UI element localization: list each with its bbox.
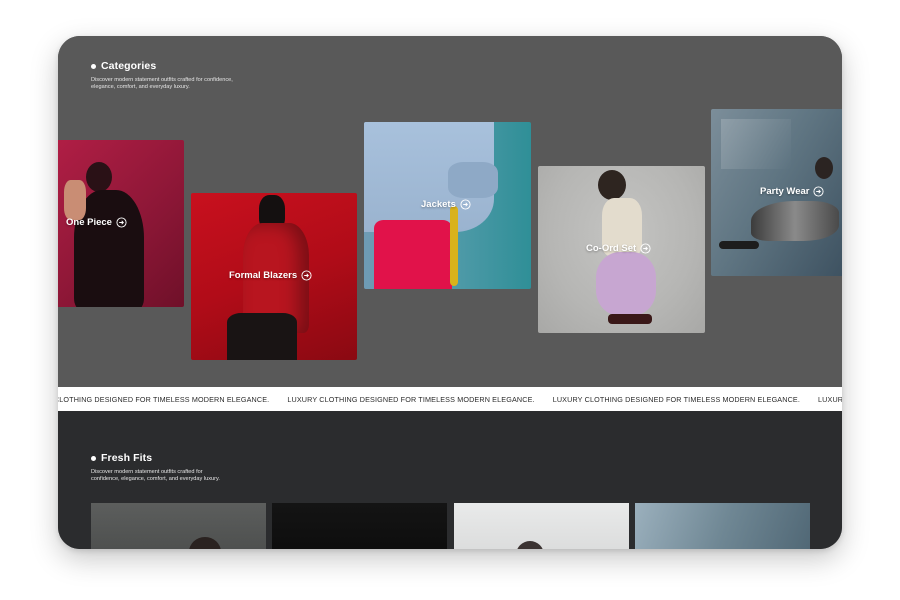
marquee-item: LUXURY CLOTHING DESIGNED FOR TIMELESS MO… bbox=[287, 394, 535, 404]
marquee-item: LUXURY CLOTHING DESIGNED FOR TIMELESS MO… bbox=[552, 394, 801, 404]
bullet-dot-icon bbox=[91, 63, 96, 69]
marquee-track: LUXURY CLOTHING DESIGNED FOR TIMELESS MO… bbox=[58, 387, 842, 411]
categories-section: Categories Discover modern statement out… bbox=[58, 36, 842, 387]
marquee-banner: LUXURY CLOTHING DESIGNED FOR TIMELESS MO… bbox=[58, 387, 842, 411]
one-piece-label-group[interactable]: One Piece bbox=[66, 217, 127, 228]
fresh-fits-description: Discover modern statement outfits crafte… bbox=[91, 469, 220, 483]
category-card-co-ord-set[interactable]: Co-Ord Set bbox=[538, 166, 705, 333]
fresh-fit-card[interactable] bbox=[272, 503, 447, 549]
categories-title: Categories bbox=[101, 60, 157, 72]
arrow-right-circle-icon bbox=[460, 199, 471, 210]
party-wear-label: Party Wear bbox=[760, 186, 810, 197]
categories-description-line: elegance, comfort, and everyday luxury. bbox=[91, 84, 190, 90]
fresh-fit-card[interactable] bbox=[635, 503, 810, 549]
arrow-right-circle-icon bbox=[813, 186, 825, 197]
one-piece-label: One Piece bbox=[66, 217, 112, 228]
categories-description-line: Discover modern statement outfits crafte… bbox=[91, 77, 233, 83]
fresh-fit-card[interactable] bbox=[454, 503, 629, 549]
categories-description: Discover modern statement outfits crafte… bbox=[91, 77, 233, 91]
co-ord-set-label: Co-Ord Set bbox=[586, 243, 637, 254]
arrow-right-circle-icon bbox=[301, 270, 312, 281]
marquee-item: LUXURY CLOTHING DESIGNED FOR TIMELESS MO… bbox=[58, 394, 270, 404]
party-wear-label-group[interactable]: Party Wear bbox=[760, 186, 825, 197]
category-card-party-wear[interactable]: Party Wear bbox=[711, 109, 842, 276]
fresh-fits-description-line: Discover modern statement outfits crafte… bbox=[91, 469, 203, 475]
fresh-fits-description-line: confidence, elegance, comfort, and every… bbox=[91, 476, 220, 482]
bullet-dot-icon bbox=[91, 455, 96, 461]
co-ord-set-label-group[interactable]: Co-Ord Set bbox=[586, 243, 651, 254]
marquee-item: LUXURY CLOTHING DESIGNED FOR TIMELESS MO… bbox=[818, 394, 842, 404]
jackets-label-group[interactable]: Jackets bbox=[421, 199, 471, 210]
formal-blazers-label: Formal Blazers bbox=[229, 270, 298, 281]
category-card-formal-blazers[interactable]: Formal Blazers bbox=[191, 193, 357, 360]
category-card-one-piece[interactable]: One Piece bbox=[58, 140, 184, 307]
category-card-jackets[interactable]: Jackets bbox=[364, 122, 531, 289]
browser-frame: Categories Discover modern statement out… bbox=[58, 36, 842, 549]
arrow-right-circle-icon bbox=[116, 217, 127, 228]
fresh-fits-title: Fresh Fits bbox=[101, 452, 153, 464]
fresh-fits-section: Fresh Fits Discover modern statement out… bbox=[58, 411, 842, 549]
fresh-fit-card[interactable] bbox=[91, 503, 266, 549]
arrow-right-circle-icon bbox=[640, 243, 651, 254]
formal-blazers-label-group[interactable]: Formal Blazers bbox=[229, 270, 312, 281]
categories-header: Categories Discover modern statement out… bbox=[91, 60, 233, 91]
fresh-fits-header: Fresh Fits Discover modern statement out… bbox=[91, 452, 220, 483]
jackets-label: Jackets bbox=[421, 199, 456, 210]
